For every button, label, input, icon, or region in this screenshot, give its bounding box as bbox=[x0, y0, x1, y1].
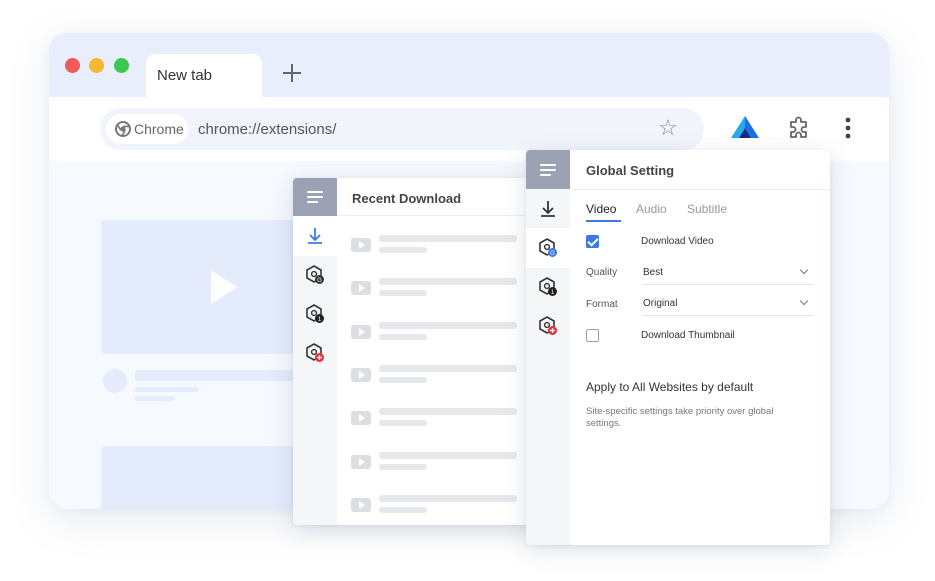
quality-label: Quality bbox=[586, 267, 618, 278]
url-text: chrome://extensions/ bbox=[198, 121, 337, 138]
card-placeholder bbox=[101, 446, 321, 509]
title-placeholder bbox=[379, 364, 517, 372]
site-chip[interactable]: Chrome bbox=[106, 114, 188, 144]
divider bbox=[570, 189, 830, 190]
minimize-window-button[interactable] bbox=[89, 58, 104, 73]
title-placeholder bbox=[379, 321, 517, 329]
video-thumb-icon bbox=[351, 411, 371, 426]
panel-title: Global Setting bbox=[586, 163, 675, 178]
format-select[interactable]: Original bbox=[643, 296, 813, 316]
settings-add-icon[interactable] bbox=[304, 342, 326, 364]
meta-placeholder bbox=[379, 333, 427, 340]
tab-new-tab[interactable]: New tab bbox=[146, 54, 262, 97]
title-placeholder bbox=[379, 278, 517, 286]
video-thumb-icon bbox=[351, 238, 371, 252]
avatar-placeholder bbox=[103, 369, 127, 393]
download-thumbnail-checkbox[interactable] bbox=[586, 329, 599, 342]
quality-select[interactable]: Best bbox=[643, 265, 813, 285]
meta-placeholder bbox=[379, 463, 427, 470]
tab-title: New tab bbox=[157, 67, 213, 84]
download-row[interactable] bbox=[351, 278, 521, 300]
maximize-window-button[interactable] bbox=[114, 58, 129, 73]
download-row[interactable] bbox=[351, 408, 521, 430]
star-icon[interactable]: ☆ bbox=[658, 117, 678, 139]
format-value: Original bbox=[643, 298, 678, 309]
tab-subtitle[interactable]: Subtitle bbox=[687, 202, 727, 216]
svg-text:G: G bbox=[317, 278, 322, 284]
download-icon[interactable] bbox=[537, 198, 559, 220]
puzzle-icon[interactable] bbox=[787, 116, 811, 140]
settings-one-icon[interactable]: 1 bbox=[537, 276, 559, 298]
text-placeholder bbox=[135, 396, 175, 401]
video-thumb-icon bbox=[351, 497, 371, 512]
title-placeholder bbox=[379, 494, 517, 502]
play-icon bbox=[211, 270, 237, 304]
video-placeholder bbox=[101, 220, 321, 354]
download-row[interactable] bbox=[351, 451, 521, 474]
video-thumb-icon bbox=[351, 367, 371, 382]
apply-all-websites-label: Apply to All Websites by default bbox=[586, 380, 754, 394]
panel-sidebar: G 1 bbox=[293, 178, 337, 525]
settings-one-icon[interactable]: 1 bbox=[304, 303, 326, 325]
meta-placeholder bbox=[379, 247, 427, 253]
panel-sidebar: G 1 bbox=[526, 150, 570, 545]
svg-text:G: G bbox=[550, 251, 555, 257]
download-row[interactable] bbox=[351, 494, 521, 517]
address-bar[interactable]: Chrome chrome://extensions/ ☆ bbox=[100, 108, 704, 150]
plus-icon[interactable] bbox=[283, 64, 301, 82]
download-row[interactable] bbox=[351, 235, 521, 257]
more-vert-icon[interactable] bbox=[845, 117, 851, 139]
sidebar-item-global-settings[interactable]: G bbox=[526, 228, 570, 268]
meta-placeholder bbox=[379, 420, 427, 427]
download-icon bbox=[308, 228, 322, 244]
video-thumb-icon bbox=[351, 324, 371, 339]
settings-g-icon: G bbox=[539, 238, 557, 257]
menu-icon[interactable] bbox=[526, 150, 570, 189]
meta-placeholder bbox=[379, 506, 427, 513]
download-row[interactable] bbox=[351, 321, 521, 344]
active-tab-indicator bbox=[586, 220, 621, 222]
divider bbox=[337, 215, 533, 216]
global-setting-panel: G 1 Global Setting Video Audio Subtitle … bbox=[526, 150, 830, 545]
chevron-down-icon bbox=[799, 296, 809, 306]
download-row[interactable] bbox=[351, 364, 521, 387]
download-video-checkbox[interactable] bbox=[586, 235, 599, 248]
quality-value: Best bbox=[643, 267, 664, 278]
video-thumb-icon bbox=[351, 281, 371, 296]
chevron-down-icon bbox=[799, 265, 809, 275]
sidebar-item-download[interactable] bbox=[293, 216, 337, 256]
close-window-button[interactable] bbox=[65, 58, 80, 73]
settings-note: Site-specific settings take priority ove… bbox=[586, 406, 774, 429]
title-placeholder bbox=[379, 408, 517, 416]
settings-g-icon[interactable]: G bbox=[304, 264, 326, 286]
extension-logo-icon[interactable] bbox=[731, 116, 761, 138]
text-placeholder bbox=[135, 387, 199, 392]
chrome-icon bbox=[115, 121, 131, 137]
tab-video[interactable]: Video bbox=[586, 202, 616, 216]
tab-strip: New tab bbox=[49, 33, 889, 97]
panel-title: Recent Download bbox=[352, 191, 462, 206]
download-thumbnail-label: Download Thumbnail bbox=[641, 330, 735, 341]
menu-icon[interactable] bbox=[293, 178, 337, 216]
settings-add-icon[interactable] bbox=[537, 315, 559, 337]
meta-placeholder bbox=[379, 290, 427, 297]
title-placeholder bbox=[379, 235, 517, 242]
site-chip-label: Chrome bbox=[134, 121, 184, 137]
meta-placeholder bbox=[379, 376, 427, 383]
download-video-label: Download Video bbox=[641, 236, 714, 247]
tab-audio[interactable]: Audio bbox=[636, 202, 667, 216]
format-label: Format bbox=[586, 299, 618, 310]
video-thumb-icon bbox=[351, 454, 371, 469]
recent-download-panel: G 1 Recent Download bbox=[293, 178, 533, 525]
title-placeholder bbox=[379, 451, 517, 459]
